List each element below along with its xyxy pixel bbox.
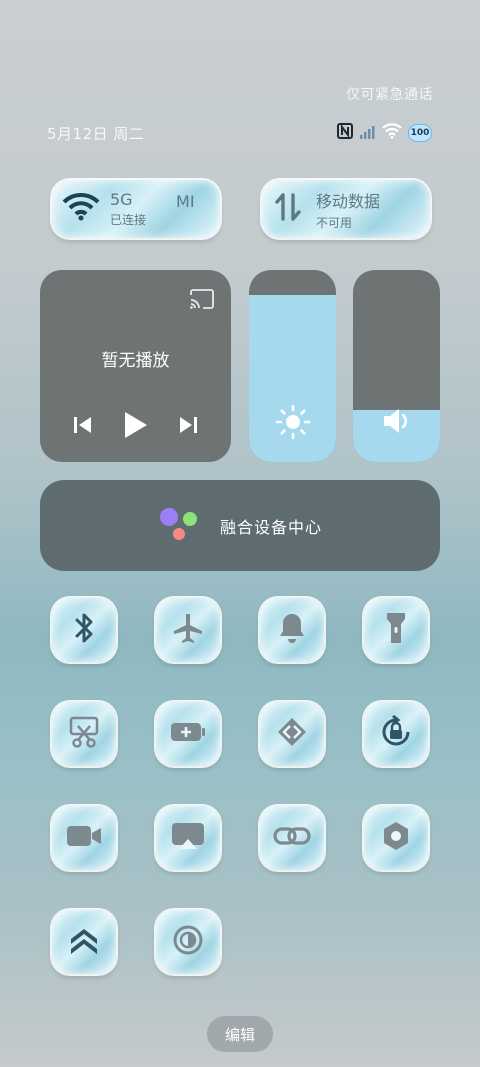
code-toggle[interactable] [260,702,324,766]
cast-screen-icon [170,821,206,855]
device-center-label: 融合设备中心 [219,517,322,537]
screen-record-toggle[interactable] [52,806,116,870]
wifi-tile[interactable]: 5G 已连接 MI [52,180,220,238]
screen-cast-toggle[interactable] [156,806,220,870]
brightness-slider[interactable] [249,270,336,462]
flashlight-toggle[interactable] [364,598,428,662]
volume-slider[interactable] [353,270,440,462]
battery-icon: 100 [408,124,432,142]
date-text: 5月12日 周二 [47,125,145,143]
bell-icon [277,611,307,649]
wifi-brand: MI [176,191,195,211]
ring-toggle[interactable] [260,598,324,662]
settings-toggle[interactable] [364,806,428,870]
next-track-icon[interactable] [177,415,199,439]
mobile-data-title: 移动数据 [316,191,381,211]
battery-saver-toggle[interactable] [156,702,220,766]
video-camera-icon [65,823,103,853]
bluetooth-toggle[interactable] [52,598,116,662]
edit-button[interactable]: 编辑 [207,1016,273,1052]
link-toggle[interactable] [260,806,324,870]
link-icon [273,824,311,852]
battery-plus-icon [169,720,207,748]
wifi-icon [62,192,100,226]
cast-icon[interactable] [189,288,215,314]
airplane-icon [171,611,205,649]
wifi-icon [382,123,402,143]
media-title: 暂无播放 [101,351,170,371]
speaker-icon [353,406,440,436]
wifi-state: 已连接 [110,213,147,227]
mobile-data-state: 不可用 [316,215,353,230]
dark-mode-toggle[interactable] [156,910,220,974]
double-chevron-up-icon [68,925,100,959]
sun-icon [249,404,336,440]
play-icon[interactable] [121,410,149,444]
media-player-card[interactable]: 暂无播放 [40,270,231,462]
scissors-icon [68,715,100,753]
rotation-lock-icon [379,714,413,753]
mobile-data-tile[interactable]: 移动数据 不可用 [262,180,430,238]
signal-icon [360,124,376,143]
media-controls [40,410,231,444]
chevrons-icon [276,716,308,752]
data-transfer-icon [274,191,302,227]
emergency-calls-text: 仅可紧急通话 [346,87,433,103]
device-center-card[interactable]: 融合设备中心 [40,480,440,571]
airplane-mode-toggle[interactable] [156,598,220,662]
previous-track-icon[interactable] [72,415,94,439]
bluetooth-icon [71,611,97,649]
flashlight-icon [384,610,408,650]
contrast-icon [172,924,204,960]
nfc-icon [336,122,354,144]
wifi-network-name: 5G [110,190,133,209]
screenshot-toggle[interactable] [52,702,116,766]
rotation-lock-toggle[interactable] [364,702,428,766]
device-center-icon [158,506,202,546]
performance-toggle[interactable] [52,910,116,974]
status-icons: 100 [336,122,432,144]
hex-nut-icon [380,820,412,856]
